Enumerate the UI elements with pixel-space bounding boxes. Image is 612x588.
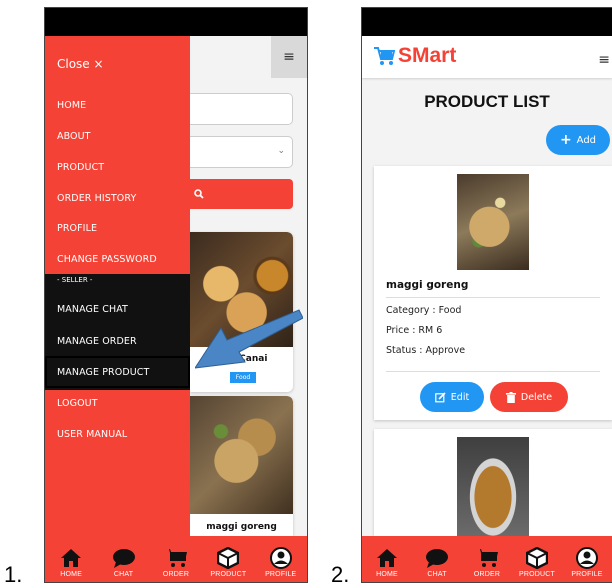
- drawer-item-change-password[interactable]: CHANGE PASSWORD: [45, 244, 190, 274]
- nav-home-label: HOME: [376, 571, 398, 578]
- product-card[interactable]: maggi goreng: [190, 396, 293, 546]
- product-image: [457, 437, 529, 537]
- box-icon: [217, 547, 240, 569]
- drawer-item-order-history[interactable]: ORDER HISTORY: [45, 183, 190, 213]
- app-logo-text: SMart: [398, 44, 457, 67]
- product-image: [457, 174, 529, 270]
- highlight-box: [45, 356, 190, 388]
- bottom-navigation: HOME CHAT ORDER PRODUCT PROFILE: [362, 536, 612, 582]
- drawer-item-home[interactable]: HOME: [45, 90, 190, 120]
- drawer-item-manage-chat[interactable]: MANAGE CHAT: [45, 294, 190, 324]
- bottom-navigation: HOME CHAT ORDER PRODUCT PROFILE: [45, 536, 307, 582]
- product-card: maggi goreng Category : Food Price : RM …: [374, 166, 612, 420]
- chat-icon: [112, 549, 135, 568]
- cart-icon: [163, 549, 187, 567]
- delete-button[interactable]: Delete: [490, 382, 568, 412]
- edit-button[interactable]: Edit: [420, 382, 484, 412]
- nav-order[interactable]: ORDER: [463, 547, 511, 578]
- nav-product[interactable]: PRODUCT: [204, 547, 252, 578]
- pointer-arrow-icon: [195, 309, 303, 369]
- product-name: maggi goreng: [386, 279, 469, 291]
- status-bar: [45, 8, 307, 36]
- nav-home[interactable]: HOME: [47, 547, 95, 578]
- product-category: Category : Food: [386, 305, 462, 316]
- cart-logo-icon: [374, 47, 396, 65]
- nav-order-label: ORDER: [473, 571, 501, 578]
- nav-order-label: ORDER: [162, 571, 190, 578]
- home-icon: [61, 549, 82, 567]
- hamburger-icon[interactable]: ≡: [271, 36, 307, 78]
- cart-icon: [475, 549, 498, 567]
- nav-home[interactable]: HOME: [363, 547, 411, 578]
- phone-screen-product-list: SMart ≡ PRODUCT LIST + Add maggi goreng …: [361, 7, 612, 583]
- drawer-item-logout[interactable]: LOGOUT: [45, 388, 190, 418]
- seller-section-label: - SELLER -: [57, 276, 93, 284]
- nav-profile[interactable]: PROFILE: [257, 547, 305, 578]
- product-status: Status : Approve: [386, 345, 466, 356]
- chat-icon: [426, 549, 448, 568]
- nav-chat-label: CHAT: [113, 571, 134, 578]
- edit-label: Edit: [450, 391, 470, 403]
- product-image: [190, 396, 293, 514]
- trash-icon: [505, 391, 516, 403]
- nav-order[interactable]: ORDER: [152, 547, 200, 578]
- nav-profile-label: PROFILE: [571, 571, 603, 578]
- divider: [386, 371, 600, 372]
- hamburger-icon[interactable]: ≡: [598, 52, 610, 68]
- search-input[interactable]: [190, 93, 293, 125]
- home-icon: [377, 549, 397, 567]
- close-button[interactable]: Close ×: [57, 57, 104, 71]
- nav-profile[interactable]: PROFILE: [563, 547, 611, 578]
- drawer-item-about[interactable]: ABOUT: [45, 121, 190, 151]
- nav-product-label: PRODUCT: [518, 571, 555, 578]
- search-button[interactable]: [190, 179, 293, 209]
- nav-product-label: PRODUCT: [210, 571, 247, 578]
- add-label: Add: [576, 134, 597, 146]
- side-drawer: Close × HOME ABOUT PRODUCT ORDER HISTORY…: [45, 36, 190, 536]
- add-product-button[interactable]: + Add: [546, 125, 610, 155]
- nav-product[interactable]: PRODUCT: [513, 547, 561, 578]
- divider: [386, 297, 600, 298]
- nav-profile-label: PROFILE: [265, 571, 297, 578]
- app-logo[interactable]: SMart: [374, 44, 456, 68]
- page-title: PRODUCT LIST: [424, 92, 550, 111]
- step-number: 1.: [4, 562, 23, 587]
- nav-home-label: HOME: [60, 571, 83, 578]
- step-number: 2.: [331, 562, 350, 587]
- search-icon: [194, 189, 204, 199]
- nav-chat[interactable]: CHAT: [100, 547, 148, 578]
- nav-chat[interactable]: CHAT: [413, 547, 461, 578]
- product-price: Price : RM 6: [386, 325, 443, 336]
- edit-icon: [434, 391, 446, 402]
- chevron-down-icon: ⌄: [277, 146, 285, 156]
- drawer-item-product[interactable]: PRODUCT: [45, 152, 190, 182]
- delete-label: Delete: [520, 391, 553, 403]
- profile-icon: [269, 547, 292, 569]
- drawer-item-user-manual[interactable]: USER MANUAL: [45, 419, 190, 449]
- profile-icon: [576, 547, 598, 569]
- phone-screen-menu: ≡ ⌄ Roti Canai Food maggi goreng Close ×…: [44, 7, 308, 583]
- plus-icon: +: [559, 132, 572, 148]
- status-bar: [362, 8, 612, 36]
- nav-chat-label: CHAT: [427, 571, 447, 578]
- box-icon: [526, 547, 548, 569]
- drawer-item-manage-order[interactable]: MANAGE ORDER: [45, 326, 190, 356]
- drawer-item-profile[interactable]: PROFILE: [45, 213, 190, 243]
- product-name: maggi goreng: [206, 522, 277, 532]
- tutorial-screenshot: ≡ ⌄ Roti Canai Food maggi goreng Close ×…: [0, 0, 612, 588]
